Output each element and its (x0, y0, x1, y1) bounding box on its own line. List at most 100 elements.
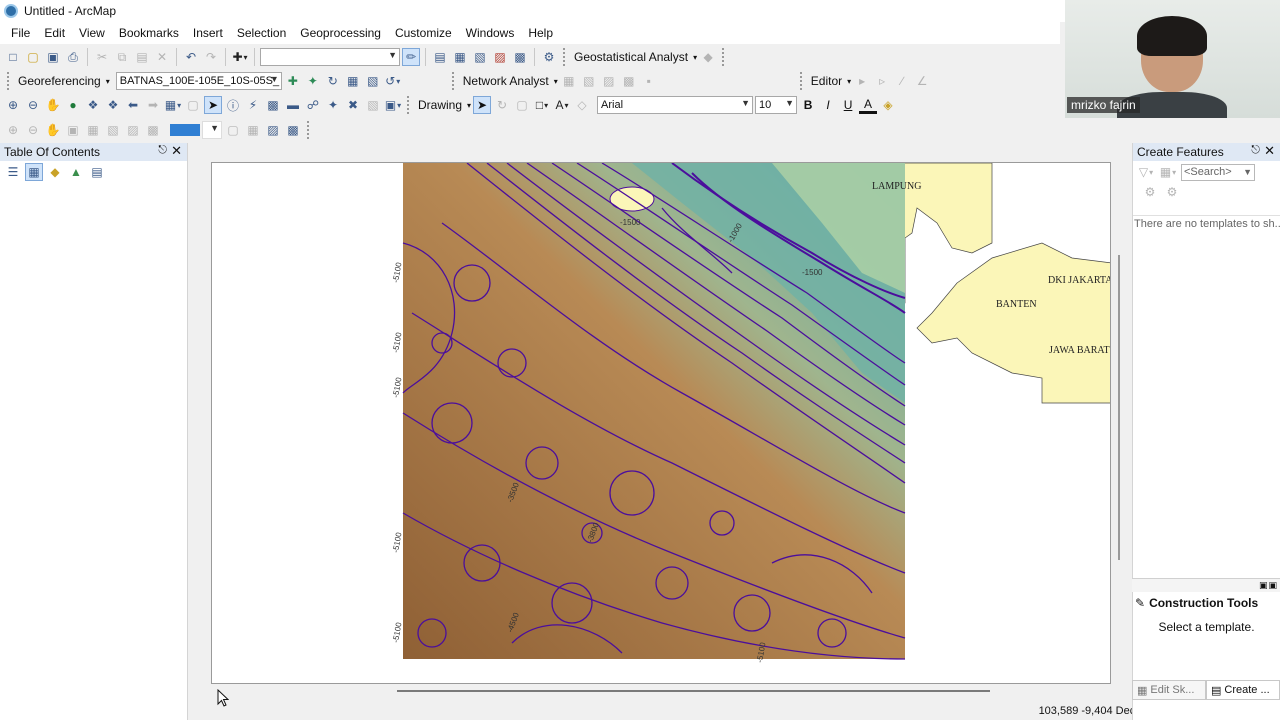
geostat-wizard-icon[interactable]: ◆ (699, 48, 717, 66)
go-to-xy-icon[interactable]: ✖ (344, 96, 362, 114)
add-control-points-icon[interactable]: ✚ (284, 72, 302, 90)
toggle-draft-icon[interactable]: ▢ (224, 121, 242, 139)
rotate-element-icon[interactable]: ↻ (493, 96, 511, 114)
change-layout-icon[interactable]: ▨ (264, 121, 282, 139)
endpoint-arc-icon[interactable]: ∠ (913, 72, 931, 90)
font-color-button[interactable]: A (859, 96, 878, 114)
find-route-icon[interactable]: ✦ (324, 96, 342, 114)
splitter-buttons-icon[interactable]: ▣▣ (1259, 580, 1278, 591)
measure-icon[interactable]: ▬ (284, 96, 302, 114)
new-document-icon[interactable]: □ (4, 48, 22, 66)
toolbar-grip[interactable] (7, 72, 11, 90)
toolbar-grip[interactable] (407, 96, 411, 114)
redo-icon[interactable]: ↷ (202, 48, 220, 66)
reset-transform-icon[interactable]: ↺ ▾ (384, 72, 402, 90)
auto-registration-icon[interactable]: ✦ (304, 72, 322, 90)
arctoolbox-icon[interactable]: ▨ (491, 48, 509, 66)
toolbar-grip[interactable] (307, 121, 311, 139)
close-icon[interactable]: ✕ (171, 143, 182, 159)
menu-insert[interactable]: Insert (186, 26, 230, 40)
toc-options-icon[interactable]: ▤ (88, 163, 106, 181)
print-icon[interactable]: ⎙ (64, 48, 82, 66)
forward-extent-icon[interactable]: ▩ (144, 121, 162, 139)
map-display[interactable]: LAMPUNG BANTEN DKI JAKARTA JAWA BARAT -5… (211, 162, 1111, 684)
open-folder-icon[interactable]: ▢ (24, 48, 42, 66)
bold-button[interactable]: B (799, 96, 817, 114)
create-viewer-icon[interactable]: ▣ ▾ (384, 96, 402, 114)
toolbar-grip[interactable] (722, 48, 726, 66)
edit-annotation-icon[interactable]: ▹ (873, 72, 891, 90)
close-icon[interactable]: ✕ (1264, 143, 1275, 159)
html-popup-icon[interactable]: ▩ (264, 96, 282, 114)
hyperlink-icon[interactable]: ⚡ (244, 96, 262, 114)
horizontal-scrollbar[interactable] (397, 690, 990, 692)
toolbar-grip[interactable] (799, 72, 804, 90)
rectangle-icon[interactable]: □ ▾ (533, 96, 551, 114)
layout-zoom-out-icon[interactable]: ⊖ (24, 121, 42, 139)
font-size-combo[interactable]: 10 ▼ (755, 96, 798, 114)
model-builder-icon[interactable]: ⚙ (540, 48, 558, 66)
organize-templates-icon[interactable]: ▽ ▾ (1137, 163, 1155, 181)
menu-bookmarks[interactable]: Bookmarks (112, 26, 186, 40)
zoom-in-icon[interactable]: ⊕ (4, 96, 22, 114)
paste-icon[interactable]: ▤ (133, 48, 151, 66)
find-icon[interactable]: ☍ (304, 96, 322, 114)
pin-icon[interactable]: ⎋ (158, 144, 167, 157)
copy-icon[interactable]: ⧉ (113, 48, 131, 66)
pin-icon[interactable]: ⎋ (1251, 144, 1260, 157)
network-tool-3-icon[interactable]: ▨ (600, 72, 618, 90)
update-display-icon[interactable]: ▧ (364, 72, 382, 90)
table-of-contents-icon[interactable]: ▤ (431, 48, 449, 66)
edit-vertices-icon[interactable]: ◇ (573, 96, 591, 114)
template-properties-icon[interactable]: ⚙ (1141, 183, 1159, 201)
delete-icon[interactable]: ✕ (153, 48, 171, 66)
rotate-icon[interactable]: ↻ (324, 72, 342, 90)
view-link-table-icon[interactable]: ▦ (344, 72, 362, 90)
new-text-icon[interactable]: A ▾ (553, 96, 571, 114)
layout-pan-icon[interactable]: ✋ (44, 121, 62, 139)
edit-tool-icon[interactable]: ▸ (853, 72, 871, 90)
italic-button[interactable]: I (819, 96, 837, 114)
menu-windows[interactable]: Windows (459, 26, 522, 40)
data-driven-pages-icon[interactable]: ▩ (284, 121, 302, 139)
tab-edit-sketch[interactable]: ▦ Edit Sk... (1132, 680, 1206, 700)
georef-layer-combo[interactable]: BATNAS_100E-105E_10S-05S_ ▼ (115, 72, 282, 90)
bathymetry-map[interactable]: LAMPUNG BANTEN DKI JAKARTA JAWA BARAT -5… (212, 163, 1111, 684)
add-data-icon[interactable]: ✚ ▾ (231, 48, 249, 66)
template-edit-icon[interactable]: ⚙ (1163, 183, 1181, 201)
select-features-icon[interactable]: ▦ ▾ (164, 96, 182, 114)
drawing-select-icon[interactable]: ➤ (473, 96, 492, 114)
full-extent-icon[interactable]: ● (64, 96, 82, 114)
drawing-menu[interactable]: Drawing (416, 98, 464, 112)
network-tool-4-icon[interactable]: ▩ (620, 72, 638, 90)
search-window-icon[interactable]: ▧ (471, 48, 489, 66)
vertical-scrollbar[interactable] (1118, 255, 1120, 560)
cut-icon[interactable]: ✂ (93, 48, 111, 66)
network-analyst-menu[interactable]: Network Analyst (461, 74, 551, 88)
menu-help[interactable]: Help (521, 26, 560, 40)
menu-customize[interactable]: Customize (388, 26, 459, 40)
panel-splitter[interactable]: ▣▣ (1132, 578, 1280, 592)
back-extent-icon[interactable]: ▨ (124, 121, 142, 139)
undo-icon[interactable]: ↶ (182, 48, 200, 66)
zoom-whole-page-icon[interactable]: ▢ (513, 96, 531, 114)
list-by-selection-icon[interactable]: ▲ (67, 163, 85, 181)
python-window-icon[interactable]: ▩ (511, 48, 529, 66)
map-scale-combo[interactable]: ▼ (260, 48, 400, 66)
list-by-source-icon[interactable]: ▦ (25, 163, 43, 181)
editor-toolbar-icon[interactable]: ✏ (402, 48, 420, 66)
fixed-zoom-out-icon[interactable]: ❖ (104, 96, 122, 114)
network-tool-1-icon[interactable]: ▦ (560, 72, 578, 90)
network-tool-5-icon[interactable]: ▪ (640, 72, 658, 90)
menu-edit[interactable]: Edit (37, 26, 72, 40)
time-slider-icon[interactable]: ▧ (364, 96, 382, 114)
underline-button[interactable]: U (839, 96, 857, 114)
list-by-drawing-order-icon[interactable]: ☰ (4, 163, 22, 181)
toolbar-grip[interactable] (563, 48, 567, 66)
template-search-input[interactable]: <Search> ▼ (1181, 163, 1255, 181)
menu-view[interactable]: View (72, 26, 112, 40)
select-elements-icon[interactable]: ➤ (204, 96, 222, 114)
network-tool-2-icon[interactable]: ▧ (580, 72, 598, 90)
focus-frame-icon[interactable]: ▦ (244, 121, 262, 139)
fixed-zoom-out-layout-icon[interactable]: ▧ (104, 121, 122, 139)
